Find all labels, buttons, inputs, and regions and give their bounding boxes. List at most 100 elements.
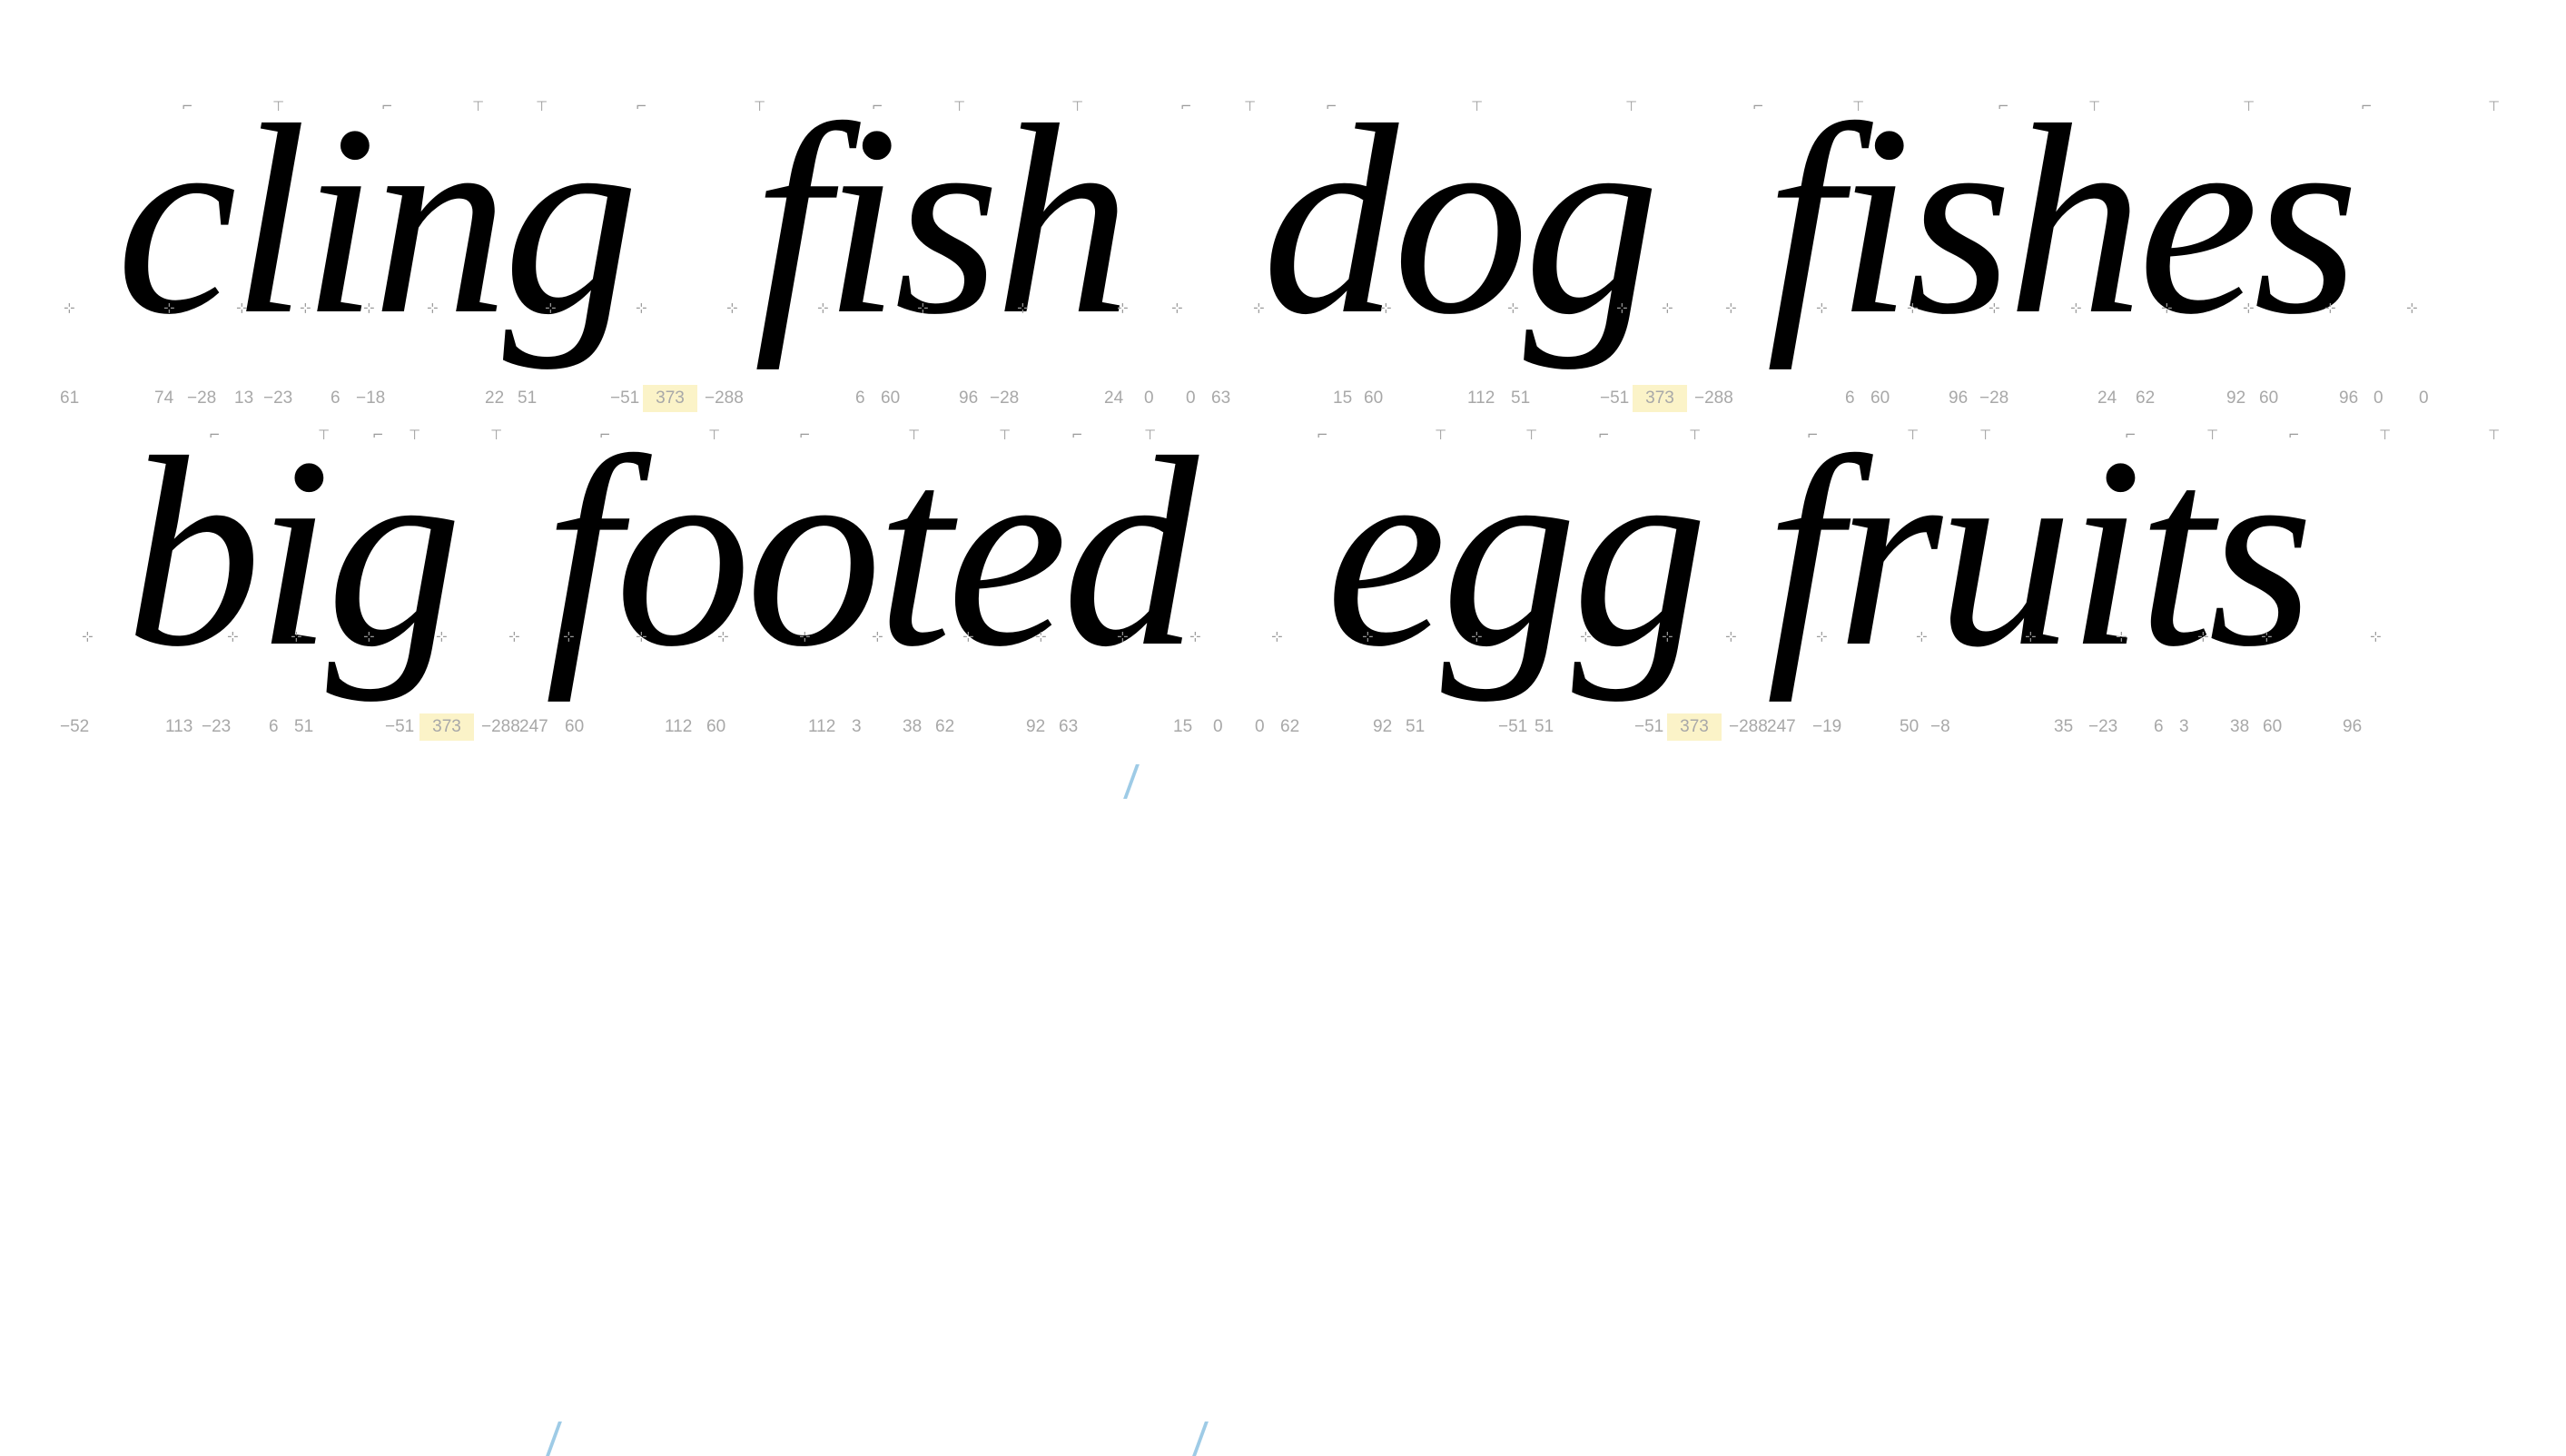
metric-value: −288 — [1729, 717, 1768, 736]
metric-value: 92 — [1026, 717, 1046, 736]
glyph-marker: ⊹ — [563, 628, 575, 644]
metric-value: 3 — [852, 717, 862, 736]
metric-value: 112 — [665, 717, 693, 736]
metric-highlight: 373 — [1667, 713, 1722, 741]
metric-value: 62 — [1280, 717, 1300, 736]
glyph-marker: ⊤ — [999, 427, 1012, 443]
metric-value: 96 — [2343, 717, 2363, 736]
glyph-marker: ⌐ — [182, 98, 193, 114]
glyph-marker: ⊹ — [2243, 300, 2255, 316]
glyph-marker: ⌐ — [1326, 98, 1337, 114]
metric-value: 6 — [331, 389, 340, 408]
glyph-marker: ⊹ — [962, 628, 974, 644]
glyph-marker: ⌐ — [372, 427, 384, 443]
glyph-marker: ⊤ — [2379, 427, 2392, 443]
metric-value: 3 — [2179, 717, 2189, 736]
metric-value: −51 — [1600, 389, 1630, 408]
glyph-marker: ⊹ — [2070, 300, 2082, 316]
glyph-marker: ⊤ — [1471, 98, 1484, 114]
glyph-marker: ⊤ — [1525, 427, 1538, 443]
glyph-marker: ⌐ — [1807, 427, 1819, 443]
metric-value: 51 — [294, 717, 314, 736]
metric-value: 247 — [1767, 717, 1796, 736]
glyph-marker: ⌐ — [209, 427, 221, 443]
glyph-marker: ⊹ — [1035, 628, 1047, 644]
metric-value: 15 — [1173, 717, 1193, 736]
metric-value: 38 — [903, 717, 923, 736]
metric-value: −23 — [263, 389, 293, 408]
glyph-marker: ⊹ — [82, 628, 94, 644]
metric-value: 92 — [2226, 389, 2246, 408]
metric-value: 60 — [706, 717, 726, 736]
metric-value: 60 — [1870, 389, 1890, 408]
glyph-marker: ⊹ — [1816, 300, 1828, 316]
glyph-marker: ⊹ — [363, 628, 375, 644]
glyph-marker: ⊤ — [490, 427, 503, 443]
glyph-marker: ⊹ — [2324, 300, 2336, 316]
glyph-marker: ⊹ — [291, 628, 302, 644]
metric-value: 60 — [1364, 389, 1384, 408]
glyph-marker: ⌐ — [1071, 427, 1083, 443]
metric-value: 0 — [2419, 389, 2429, 408]
kerning-metrics-line-1: 61 74 −28 13 −23 6 −18 22 51 −51 373 −28… — [0, 385, 2566, 799]
metric-value: 24 — [2097, 389, 2117, 408]
glyph-marker: ⊤ — [2088, 98, 2101, 114]
glyph-marker: ⊹ — [636, 628, 647, 644]
glyph-marker: ⊤ — [536, 98, 548, 114]
metric-value: −51 — [1634, 717, 1664, 736]
glyph-marker: ⊹ — [717, 628, 729, 644]
glyph-marker: ⊹ — [636, 300, 647, 316]
glyph-marker: ⊹ — [872, 628, 883, 644]
glyph-marker: ⌐ — [1998, 98, 2009, 114]
glyph-marker: ⌐ — [1598, 427, 1610, 443]
glyph-marker: ⊤ — [1689, 427, 1702, 443]
glyph-marks-baseline-line-2: ⊹ ⊹ ⊹ ⊹ ⊹ ⊹ ⊹ ⊹ ⊹ ⊹ ⊹ ⊹ ⊹ ⊹ ⊹ ⊹ ⊹ ⊹ ⊹ ⊹ ⊹ ⊹ ⊹ ⊹ ⊹ ⊹ ⊹ ⊹ — [0, 628, 2566, 655]
glyph-marker: ⊤ — [2488, 427, 2501, 443]
glyph-marker: ⊤ — [754, 98, 766, 114]
metric-value: 38 — [2230, 717, 2250, 736]
metric-value: 113 — [165, 717, 193, 736]
glyph-marker: ⊹ — [1916, 628, 1928, 644]
glyph-marker: ⊤ — [409, 427, 421, 443]
metric-value: 60 — [565, 717, 585, 736]
kern-slash — [546, 1422, 562, 1456]
glyph-marker: ⊤ — [2206, 427, 2219, 443]
glyph-marker: ⊹ — [1171, 300, 1183, 316]
metric-value: 51 — [1535, 717, 1554, 736]
glyph-marker: ⌐ — [2288, 427, 2300, 443]
glyph-marker: ⊹ — [2161, 300, 2173, 316]
glyph-marker: ⊹ — [1189, 628, 1201, 644]
glyph-marks-baseline-line-1: ⊹ ⊹ ⊹ ⊹ ⊹ ⊹ ⊹ ⊹ ⊹ ⊹ ⊹ ⊹ ⊹ ⊹ ⊹ ⊹ ⊹ ⊹ ⊹ ⊹ ⊹ ⊹ ⊹ ⊹ ⊹ ⊹ ⊹ ⊹ — [0, 300, 2566, 327]
glyph-marker: ⌐ — [636, 98, 647, 114]
metric-value: −52 — [60, 717, 90, 736]
glyph-marker: ⊹ — [817, 300, 829, 316]
metric-value: 63 — [1059, 717, 1079, 736]
glyph-marker: ⊹ — [1725, 628, 1737, 644]
metric-value: 6 — [855, 389, 865, 408]
glyph-marker: ⌐ — [1752, 98, 1764, 114]
glyph-marker: ⊤ — [1907, 427, 1920, 443]
metric-value: 35 — [2054, 717, 2074, 736]
metric-value: 0 — [1144, 389, 1154, 408]
glyph-marker: ⊹ — [1816, 628, 1828, 644]
glyph-marks-top-line-1: ⌐ ⊤ ⌐ ⊤ ⊤ ⌐ ⊤ ⌐ ⊤ ⊤ ⌐ ⊤ ⌐ ⊤ ⊤ ⌐ ⊤ ⌐ ⊤ ⊤ ⌐ ⊤ — [0, 98, 2566, 125]
metric-value: −19 — [1812, 717, 1842, 736]
glyph-marker: ⊤ — [953, 98, 966, 114]
glyph-marker: ⌐ — [2361, 98, 2373, 114]
glyph-marker: ⊹ — [1362, 628, 1374, 644]
kern-slash — [1123, 764, 1140, 799]
glyph-marker: ⊹ — [1907, 300, 1919, 316]
glyph-marker: ⊹ — [1580, 628, 1592, 644]
metric-value: 74 — [154, 389, 174, 408]
metric-value: −288 — [1694, 389, 1733, 408]
metric-value: −23 — [2088, 717, 2118, 736]
metric-value: 24 — [1104, 389, 1124, 408]
metric-value: −8 — [1930, 717, 1950, 736]
glyph-marker: ⊹ — [2406, 300, 2418, 316]
metric-value: 51 — [1406, 717, 1426, 736]
glyph-marker: ⊹ — [1662, 300, 1673, 316]
glyph-marker: ⊤ — [1071, 98, 1084, 114]
metric-value: 96 — [2339, 389, 2359, 408]
glyph-marker: ⊤ — [1979, 427, 1992, 443]
glyph-marker: ⊹ — [1989, 300, 2000, 316]
